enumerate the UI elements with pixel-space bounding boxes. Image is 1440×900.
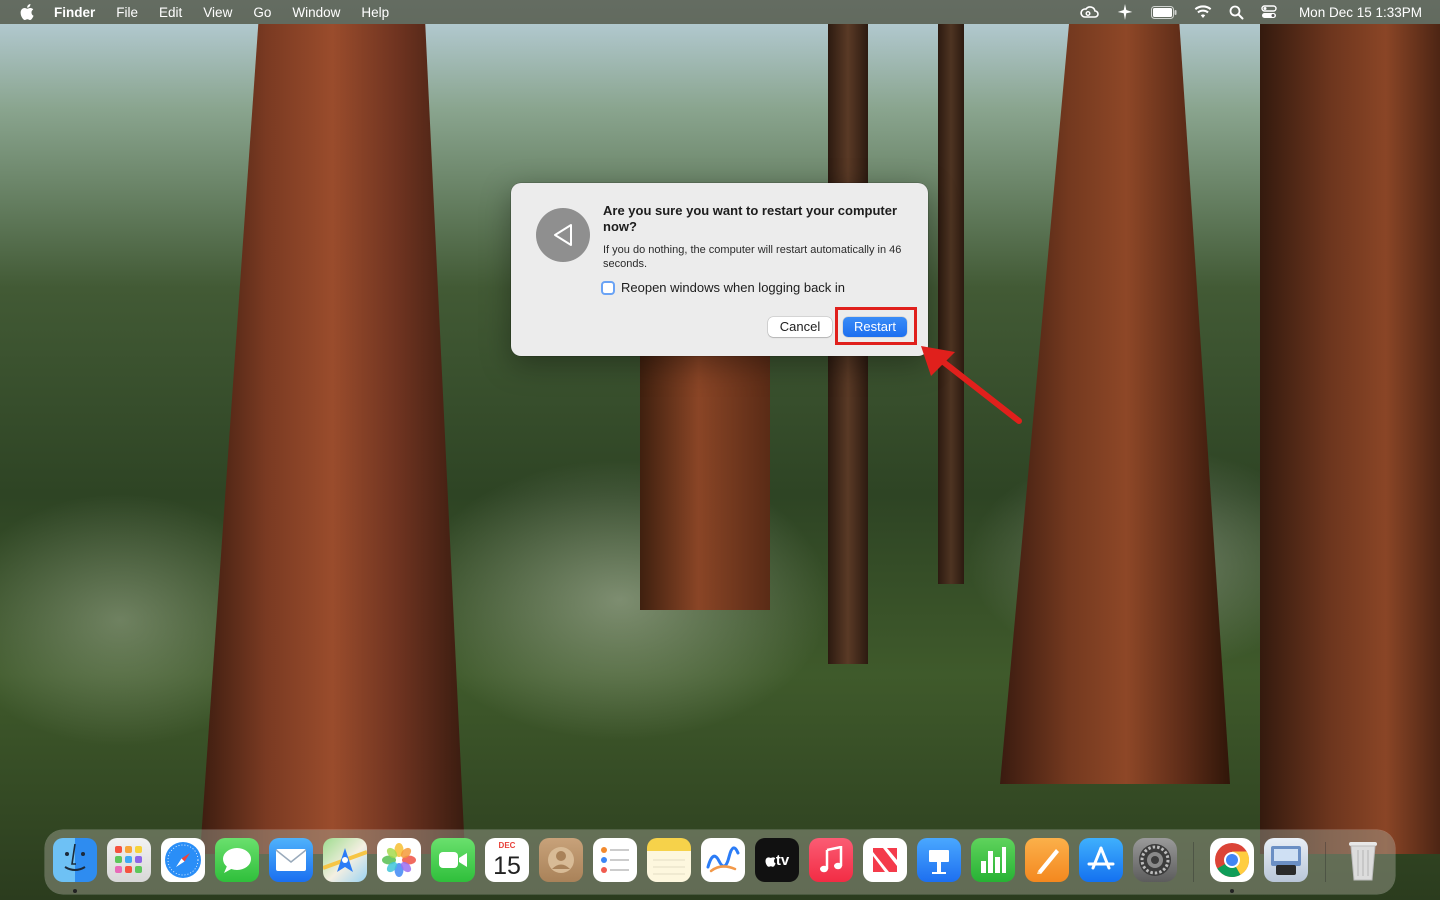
creative-cloud-icon[interactable] [1079,4,1099,20]
calendar-day: 15 [493,852,521,880]
reopen-windows-checkbox[interactable] [601,280,615,295]
dialog-title: Are you sure you want to restart your co… [603,203,898,234]
menu-app-name[interactable]: Finder [54,5,95,20]
menu-help[interactable]: Help [361,5,389,20]
menu-window[interactable]: Window [292,5,340,20]
tree-trunk [938,24,964,584]
tv-label: tv [775,851,790,869]
dock: DEC 15 tv [45,830,1395,894]
finder-icon[interactable] [53,838,97,882]
wifi-icon[interactable] [1194,5,1212,19]
control-center-icon[interactable] [1261,4,1277,20]
desktop-wallpaper [0,0,1440,900]
menu-file[interactable]: File [116,5,138,20]
finder-running-indicator [73,889,77,893]
dock-separator [1193,842,1194,882]
photos-icon[interactable] [377,838,421,882]
tv-icon[interactable]: tv [755,838,799,882]
dock-separator [1325,842,1326,882]
maps-icon[interactable] [323,838,367,882]
tree-trunk [1000,24,1230,784]
tree-trunk [200,24,465,854]
music-icon[interactable] [809,838,853,882]
calendar-icon[interactable]: DEC 15 [485,838,529,882]
chrome-icon[interactable] [1210,838,1254,882]
reopen-windows-label[interactable]: Reopen windows when logging back in [621,280,845,295]
mail-icon[interactable] [269,838,313,882]
cancel-button[interactable]: Cancel [768,317,832,337]
app-store-icon[interactable] [1079,838,1123,882]
annotation-arrow-icon [921,346,1022,424]
numbers-icon[interactable] [971,838,1015,882]
dialog-message: If you do nothing, the computer will res… [603,244,902,270]
airplane-icon[interactable] [1116,3,1134,21]
apple-menu-icon[interactable] [20,4,36,20]
annotation-highlight-box [835,307,917,345]
news-icon[interactable] [863,838,907,882]
trash-icon[interactable] [1341,838,1385,882]
menu-bar: Finder File Edit View Go Window Help Mon… [0,0,1440,24]
system-settings-icon[interactable] [1133,838,1177,882]
reminders-icon[interactable] [593,838,637,882]
calendar-month: DEC [498,841,516,850]
tree-trunk [640,350,770,610]
pages-icon[interactable] [1025,838,1069,882]
menu-edit[interactable]: Edit [159,5,182,20]
contacts-icon[interactable] [539,838,583,882]
chrome-running-indicator [1230,889,1234,893]
spotlight-search-icon[interactable] [1229,5,1244,20]
preview-icon[interactable] [1264,838,1308,882]
notes-icon[interactable] [647,838,691,882]
menu-go[interactable]: Go [253,5,271,20]
keynote-icon[interactable] [917,838,961,882]
menu-view[interactable]: View [203,5,232,20]
freeform-icon[interactable] [701,838,745,882]
messages-icon[interactable] [215,838,259,882]
safari-icon[interactable] [161,838,205,882]
reopen-windows-option[interactable]: Reopen windows when logging back in [601,280,845,295]
launchpad-icon[interactable] [107,838,151,882]
menu-bar-clock[interactable]: Mon Dec 15 1:33PM [1299,5,1422,20]
tree-trunk [1260,24,1440,854]
battery-icon[interactable] [1150,5,1177,19]
facetime-icon[interactable] [431,838,475,882]
restart-icon [536,208,590,262]
